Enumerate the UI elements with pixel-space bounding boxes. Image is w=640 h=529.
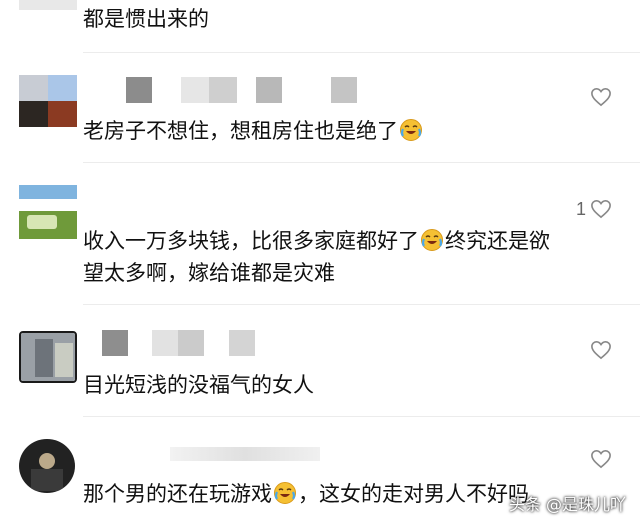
avatar[interactable] [19,331,77,383]
comment-item: 目光短浅的没福气的女人 [0,305,640,417]
comment-text: 目光短浅的没福气的女人 [83,373,314,397]
crying-laughing-emoji [421,229,443,251]
comment-text-line2: 望太多啊，嫁给谁都是灾难 [83,261,335,285]
heart-outline-icon [591,199,611,219]
username-mosaic [86,330,286,356]
username-mosaic [86,77,366,103]
like-button[interactable]: 1 [576,197,612,221]
heart-outline-icon [591,449,611,469]
comment-text: 收入一万多块钱，比很多家庭都好了 终究还是欲 [83,226,550,256]
comment-text: 老房子不想住，想租房住也是绝了 [83,116,424,146]
heart-outline-icon [591,340,611,360]
comment-text-part: 终究还是欲 [445,229,550,253]
avatar[interactable] [19,75,77,127]
comment-text: 那个男的还在玩游戏 ，这女的走对男人不好吗 [83,479,529,509]
avatar[interactable] [19,185,77,239]
watermark: 头条 @是珠儿吖 [508,495,626,514]
username-mosaic [170,447,320,461]
comment-item: 都是惯出来的 [0,0,640,53]
like-button[interactable] [590,447,612,471]
crying-laughing-emoji [400,119,422,141]
avatar[interactable] [19,439,75,493]
comment-text: 都是惯出来的 [83,7,209,31]
comment-text-content: 老房子不想住，想租房住也是绝了 [83,119,398,143]
comment-item: 1 收入一万多块钱，比很多家庭都好了 终究还是欲 望太多啊，嫁给谁都是灾难 [0,163,640,305]
crying-laughing-emoji [274,482,296,504]
like-count: 1 [575,198,586,219]
heart-outline-icon [591,87,611,107]
like-button[interactable] [590,85,612,109]
comment-item: 老房子不想住，想租房住也是绝了 [0,53,640,163]
comment-text-part: 那个男的还在玩游戏 [83,482,272,506]
comment-text-part: 收入一万多块钱，比很多家庭都好了 [83,229,419,253]
like-button[interactable] [590,338,612,362]
avatar[interactable] [19,0,77,10]
comment-text-part: ，这女的走对男人不好吗 [298,482,529,506]
